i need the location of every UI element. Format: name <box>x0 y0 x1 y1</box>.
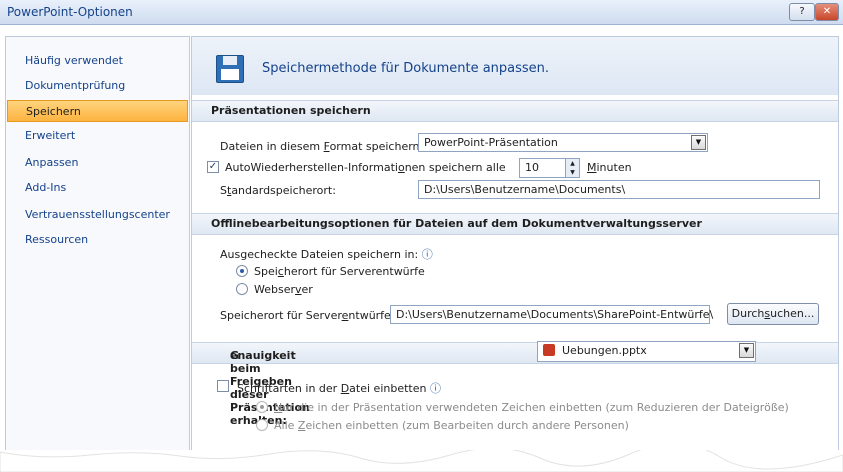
default-location-input[interactable]: D:\Users\Benutzername\Documents\ <box>418 180 820 199</box>
dialog-title: PowerPoint-Optionen <box>7 5 133 19</box>
sidebar-item-add-ins[interactable]: Add-Ins <box>7 177 188 199</box>
server-drafts-label: Speicherort für Serverentwürfe <box>254 265 425 278</box>
save-disk-icon <box>216 55 244 83</box>
section-presentations-save: Präsentationen speichern <box>192 100 838 122</box>
autosave-checkbox[interactable]: ✓ <box>207 161 219 173</box>
help-button[interactable]: ? <box>789 3 815 21</box>
sidebar-item-anpassen[interactable]: Anpassen <box>7 152 188 174</box>
webserver-label: Webserver <box>254 283 313 296</box>
format-label: Dateien in diesem Format speichern: <box>220 140 424 153</box>
autosave-minutes-input[interactable]: 10 ▲ ▼ <box>519 158 580 178</box>
torn-edge <box>0 450 843 472</box>
chevron-down-icon[interactable]: ▼ <box>739 343 754 358</box>
server-drafts-location-input[interactable]: D:\Users\Benutzername\Documents\SharePoi… <box>390 305 713 324</box>
browse-button[interactable]: Durchsuchen... <box>727 303 819 325</box>
radio-embed-used-characters[interactable] <box>256 401 268 413</box>
save-options-panel: Speichermethode für Dokumente anpassen. … <box>191 36 839 468</box>
embed-fonts-label: Schriftarten in der Datei einbetten ⓘ <box>237 382 441 395</box>
sidebar-item-haeufig-verwendet[interactable]: Häufig verwendet <box>7 50 188 72</box>
options-sidebar: Häufig verwendet Dokumentprüfung Speiche… <box>5 36 190 468</box>
powerpoint-file-icon <box>543 344 555 356</box>
sidebar-item-erweitert[interactable]: Erweitert <box>7 125 188 147</box>
page-header: Speichermethode für Dokumente anpassen. <box>192 37 838 95</box>
section-title: Präsentationen speichern <box>211 104 371 117</box>
presentation-select[interactable]: Uebungen.pptx ▼ <box>537 341 756 362</box>
section-title: Offlinebearbeitungsoptionen für Dateien … <box>211 217 702 230</box>
sidebar-item-speichern[interactable]: Speichern <box>7 100 188 122</box>
spin-down-icon[interactable]: ▼ <box>565 168 579 177</box>
section-offline-editing: Offlinebearbeitungsoptionen für Dateien … <box>192 213 838 235</box>
sidebar-item-vertrauensstellungscenter[interactable]: Vertrauensstellungscenter <box>7 204 188 226</box>
sidebar-item-dokumentpruefung[interactable]: Dokumentprüfung <box>7 75 188 97</box>
server-drafts-location-label: Speicherort für Serverentwürfe: <box>220 309 395 322</box>
format-select[interactable]: PowerPoint-Präsentation ▼ <box>418 133 708 152</box>
sidebar-item-ressourcen[interactable]: Ressourcen <box>7 229 188 251</box>
radio-server-drafts[interactable] <box>236 265 248 277</box>
page-title: Speichermethode für Dokumente anpassen. <box>262 61 550 76</box>
embed-fonts-checkbox[interactable] <box>217 380 229 392</box>
radio-webserver[interactable] <box>236 283 248 295</box>
chevron-down-icon[interactable]: ▼ <box>691 135 706 150</box>
info-icon: ⓘ <box>421 248 433 261</box>
default-location-label: Standardspeicherort: <box>220 184 336 197</box>
spin-up-icon[interactable]: ▲ <box>565 159 579 168</box>
checked-out-label: Ausgecheckte Dateien speichern in: ⓘ <box>220 248 433 261</box>
autosave-label: AutoWiederherstellen-Informationen speic… <box>225 161 506 174</box>
info-icon: ⓘ <box>429 382 441 395</box>
radio-embed-all-characters[interactable] <box>256 419 268 431</box>
embed-all-characters-label: Alle Zeichen einbetten (zum Bearbeiten d… <box>274 419 629 432</box>
title-bar: PowerPoint-Optionen ? ✕ <box>0 0 843 25</box>
embed-used-characters-label: Nur die in der Präsentation verwendeten … <box>274 401 789 414</box>
close-button[interactable]: ✕ <box>815 3 839 21</box>
minutes-label: Minuten <box>587 161 632 174</box>
powerpoint-options-dialog: PowerPoint-Optionen ? ✕ Häufig verwendet… <box>0 0 843 472</box>
